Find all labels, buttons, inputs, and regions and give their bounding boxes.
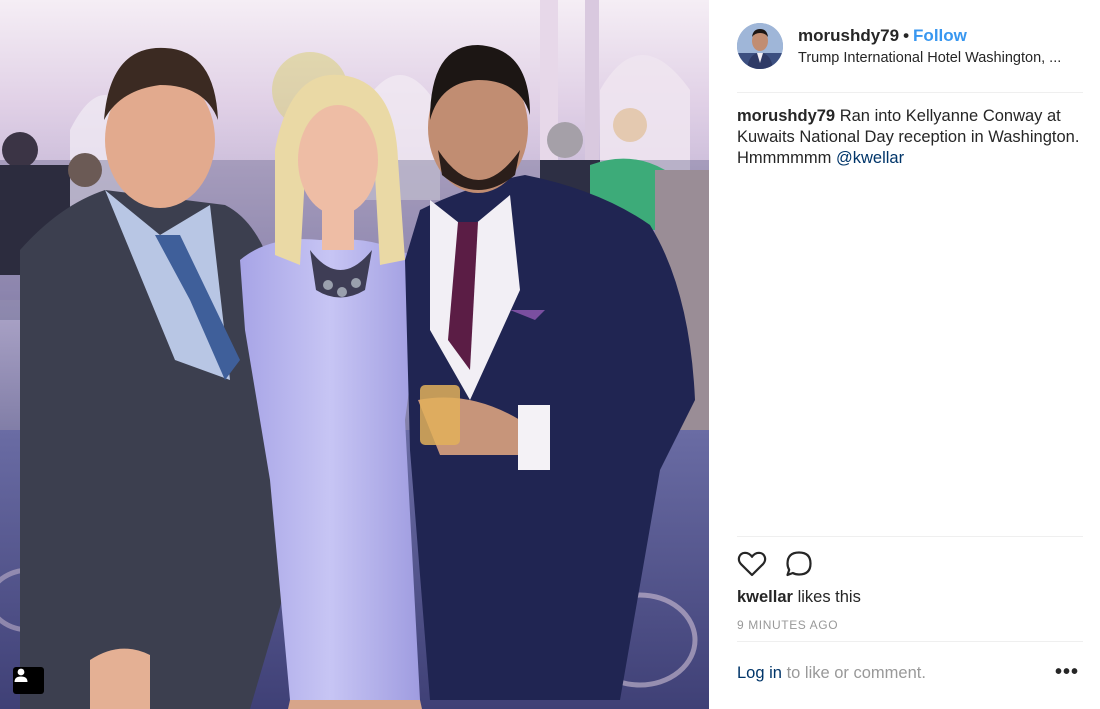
instagram-post: morushdy79 • Follow Trump International Ho… bbox=[0, 0, 1100, 709]
avatar-image bbox=[737, 23, 783, 69]
footer-divider bbox=[737, 641, 1083, 642]
likes-suffix: likes this bbox=[797, 588, 861, 606]
post-caption: morushdy79 Ran into Kellyanne Conway at … bbox=[737, 106, 1087, 169]
login-link[interactable]: Log in bbox=[737, 664, 782, 682]
post-sidebar: morushdy79 • Follow Trump International Ho… bbox=[709, 0, 1100, 709]
follow-button[interactable]: Follow bbox=[913, 26, 967, 45]
caption-username[interactable]: morushdy79 bbox=[737, 107, 835, 125]
login-prompt: Log in to like or comment. bbox=[737, 664, 926, 683]
header-divider bbox=[737, 92, 1083, 93]
post-timestamp[interactable]: 9 MINUTES AGO bbox=[737, 618, 838, 632]
location-link[interactable]: Trump International Hotel Washington, ..… bbox=[798, 50, 1088, 66]
photo-illustration bbox=[0, 0, 709, 709]
comment-button[interactable] bbox=[784, 549, 814, 579]
login-suffix: to like or comment. bbox=[786, 664, 926, 682]
post-photo[interactable] bbox=[0, 0, 709, 709]
heart-icon bbox=[737, 551, 767, 577]
more-options-icon: ••• bbox=[1055, 661, 1080, 683]
likes-user[interactable]: kwellar bbox=[737, 588, 793, 606]
header-separator: • bbox=[903, 26, 910, 45]
header-username[interactable]: morushdy79 bbox=[798, 26, 899, 45]
more-options-button[interactable]: ••• bbox=[1055, 661, 1080, 683]
avatar[interactable] bbox=[737, 23, 783, 69]
post-header: morushdy79 • Follow Trump International Ho… bbox=[737, 22, 1087, 72]
like-button[interactable] bbox=[737, 549, 767, 579]
likes-line: kwellar likes this bbox=[737, 588, 861, 607]
actions-divider bbox=[737, 536, 1083, 537]
header-username-row: morushdy79 • Follow bbox=[798, 26, 967, 46]
comment-bubble-icon bbox=[786, 551, 812, 577]
caption-mention[interactable]: @kwellar bbox=[836, 149, 904, 167]
post-actions bbox=[737, 549, 857, 579]
user-tag-button[interactable] bbox=[13, 667, 44, 694]
user-tag-icon bbox=[14, 668, 28, 682]
